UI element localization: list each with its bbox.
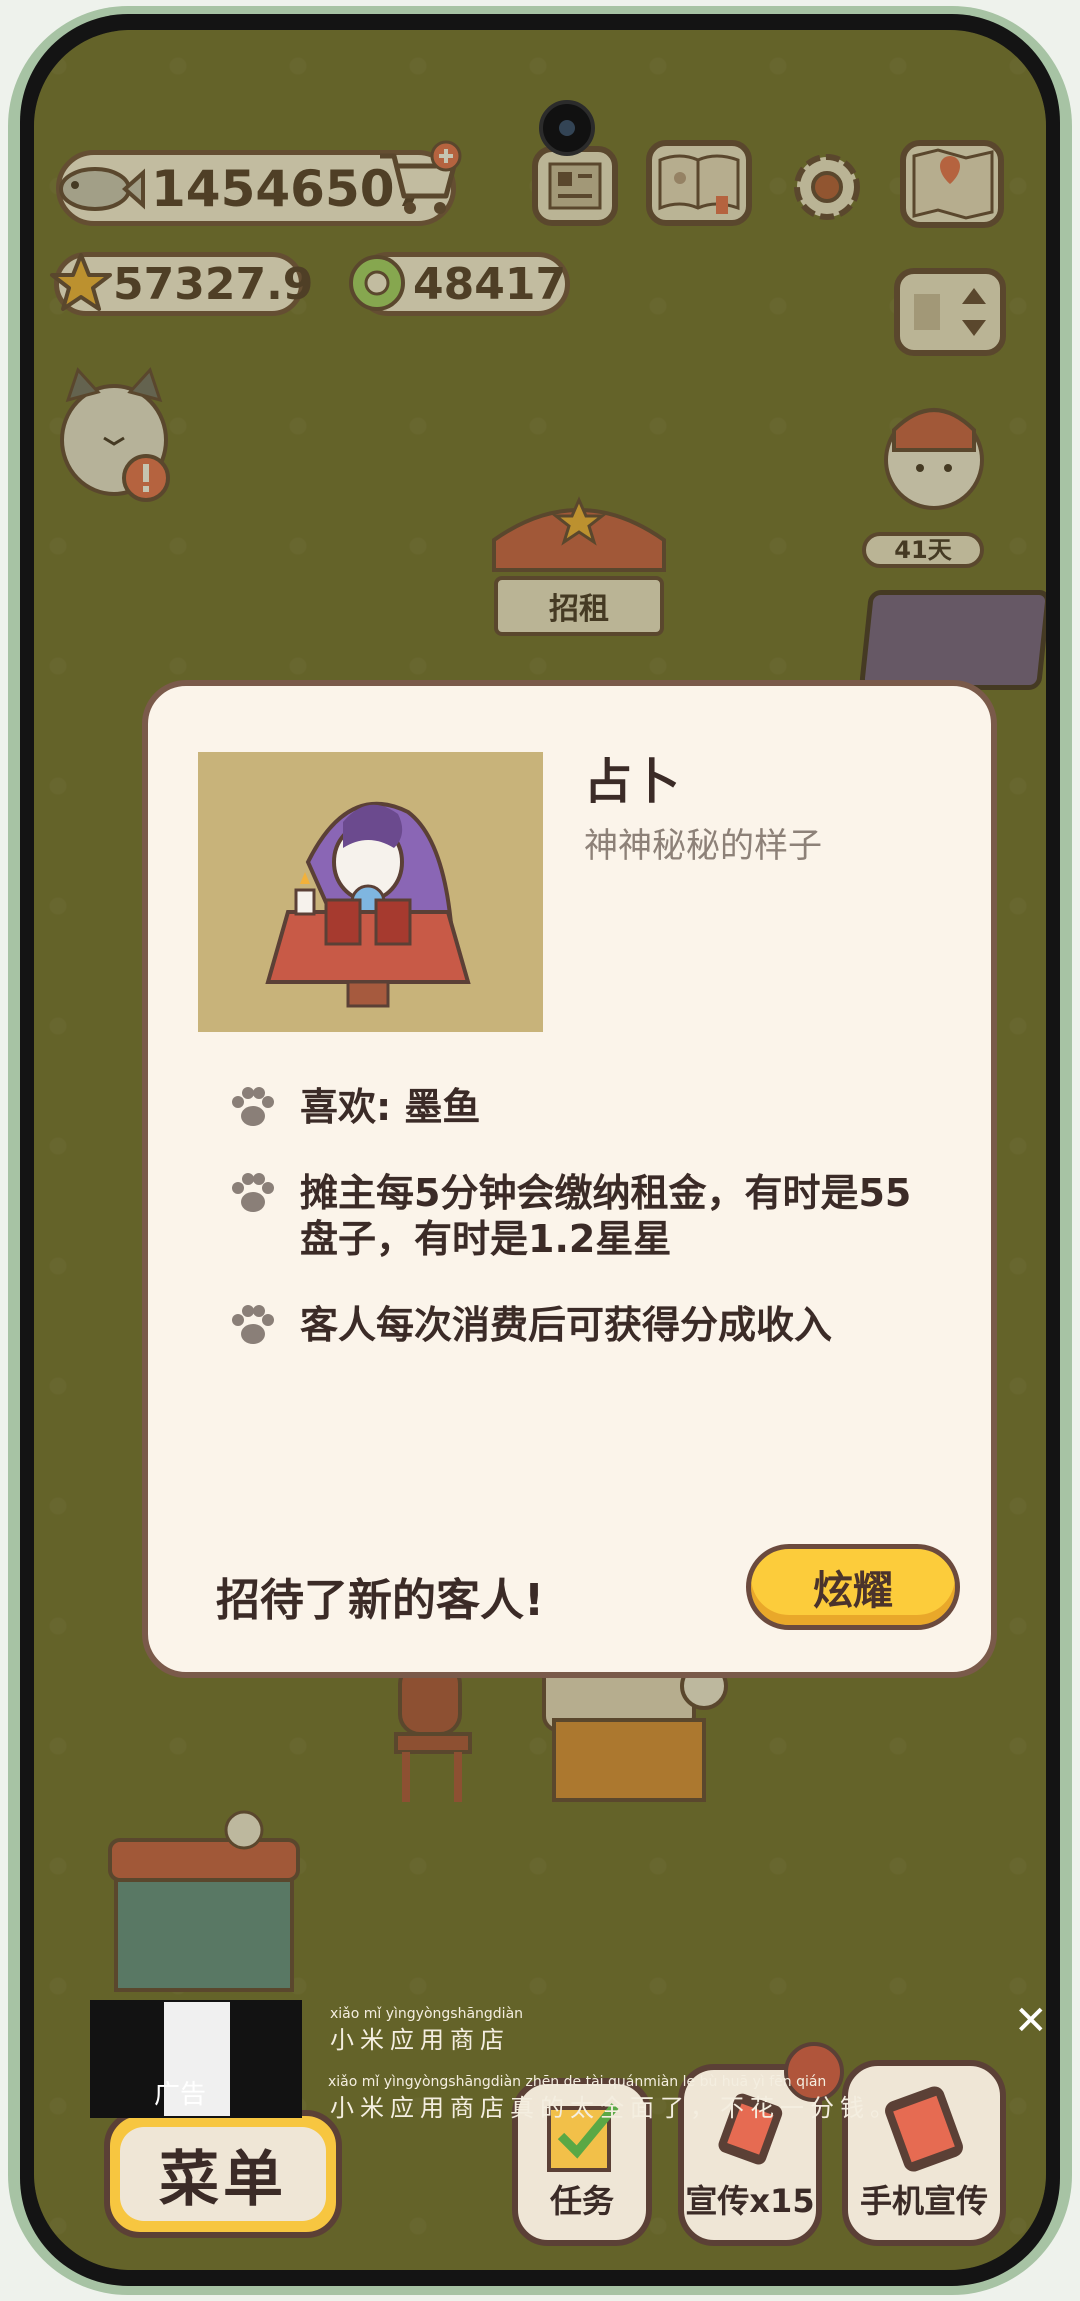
fortune-teller-portrait [198,752,543,1032]
feature-text: 摊主每5分钟会缴纳租金，有时是55盘子，有时是1.2星星 [300,1171,912,1261]
show-off-label: 炫耀 [813,1568,893,1614]
promote-label: 宣传x15 [685,2182,815,2220]
dialog-footer-text: 招待了新的客人! [216,1575,545,1626]
stall-info-dialog: 占卜 神神秘秘的样子 喜欢: 墨鱼 摊主每5分钟会缴纳租金，有时是55盘子，有时… [142,680,997,1678]
ad-close-button[interactable]: ✕ [1014,1998,1046,2044]
paw-icon [232,1305,274,1344]
feature-item: 摊主每5分钟会缴纳租金，有时是55盘子，有时是1.2星星 [228,1170,920,1262]
ad-label: 广告 [154,2080,207,2110]
paw-icon [232,1087,274,1126]
dialog-title: 占卜 [584,754,681,810]
show-off-button[interactable]: 炫耀 [746,1544,960,1630]
feature-item: 喜欢: 墨鱼 [228,1084,920,1132]
ad-subline: 小米应用商店真的太全面了，不花一分钱。 [330,2094,900,2122]
phone-promote-label: 手机宣传 [859,2182,988,2220]
game-screen: 14546507 57327.9 48417 41天 招租 占卜 神神秘秘的样子… [34,30,1046,2270]
paw-icon [232,1173,274,1212]
ad-headline: 小米应用商店 [330,2026,510,2054]
feature-text: 客人每次消费后可获得分成收入 [300,1303,833,1347]
dialog-subtitle: 神神秘秘的样子 [584,826,822,866]
menu-button[interactable]: 菜单 [104,2110,342,2238]
menu-label: 菜单 [120,2127,326,2221]
front-camera [539,100,595,156]
feature-item: 客人每次消费后可获得分成收入 [228,1302,920,1350]
task-label: 任务 [549,2182,614,2220]
fortune-teller-icon [265,801,471,1008]
feature-text: 喜欢: 墨鱼 [300,1085,481,1129]
